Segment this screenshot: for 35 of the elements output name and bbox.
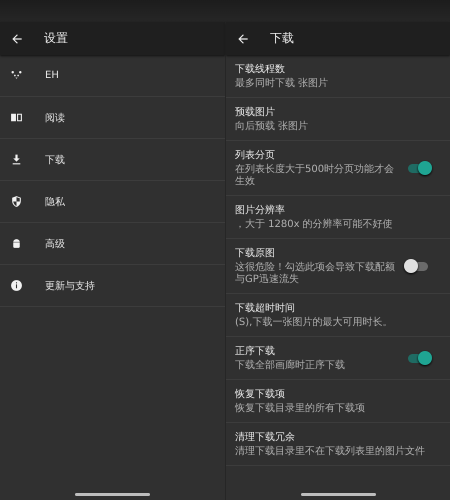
- info-icon: [10, 279, 23, 292]
- toolbar-title: 设置: [44, 30, 68, 47]
- preference-title: 列表分页: [235, 148, 276, 162]
- preference-title: 恢复下载项: [235, 388, 286, 401]
- preference-summary: 恢复下载目录里的所有下载项: [235, 403, 366, 415]
- preference-item[interactable]: 清理下载冗余 清理下载目录里不在下载列表里的图片文件: [226, 423, 450, 466]
- preference-item[interactable]: 预载图片 向后预载 张图片: [226, 98, 450, 141]
- preference-summary: 最多同时下载 张图片: [235, 78, 330, 90]
- preference-summary: 在列表长度大于500时分页功能才会生效: [235, 164, 395, 188]
- preference-item[interactable]: 下载原图 这很危险！勾选此项会导致下载配额与GP迅速流失: [226, 239, 450, 294]
- preference-title: 预载图片: [235, 106, 276, 119]
- preference-summary: 清理下载目录里不在下载列表里的图片文件: [235, 446, 426, 458]
- preference-summary: 向后预载 张图片: [235, 121, 310, 133]
- preference-title: 下载线程数: [235, 62, 286, 76]
- preference-title: 正序下载: [235, 344, 276, 358]
- preference-summary: ，大于 1280x 的分辨率可能不好使: [235, 219, 394, 231]
- back-icon[interactable]: [10, 32, 24, 46]
- preference-item[interactable]: 图片分辨率 ，大于 1280x 的分辨率可能不好使: [226, 196, 450, 239]
- download-icon: [10, 153, 23, 166]
- preference-title: 图片分辨率: [235, 204, 286, 217]
- back-icon[interactable]: [236, 32, 250, 46]
- preference-summary: 这很危险！勾选此项会导致下载配额与GP迅速流失: [235, 262, 395, 286]
- toolbar-title: 下载: [270, 30, 294, 47]
- book-icon: [10, 111, 23, 124]
- preference-title: 下载原图: [235, 246, 276, 260]
- preference-item[interactable]: 列表分页 在列表长度大于500时分页功能才会生效: [226, 141, 450, 196]
- preference-item[interactable]: 恢复下载项 恢复下载目录里的所有下载项: [226, 380, 450, 423]
- preference-item[interactable]: 下载线程数 最多同时下载 张图片: [226, 55, 450, 98]
- preference-title: 清理下载冗余: [235, 430, 296, 444]
- preference-item[interactable]: 下载超时时间 (S),下载一张图片的最大可用时长。: [226, 294, 450, 337]
- preference-title: 下载超时时间: [235, 302, 296, 315]
- shield-icon: [10, 195, 23, 208]
- preference-summary: 下载全部画廊时正序下载: [235, 360, 346, 372]
- preference-summary: (S),下载一张图片的最大可用时长。: [235, 317, 394, 329]
- preference-item[interactable]: 正序下载 下载全部画廊时正序下载: [226, 337, 450, 380]
